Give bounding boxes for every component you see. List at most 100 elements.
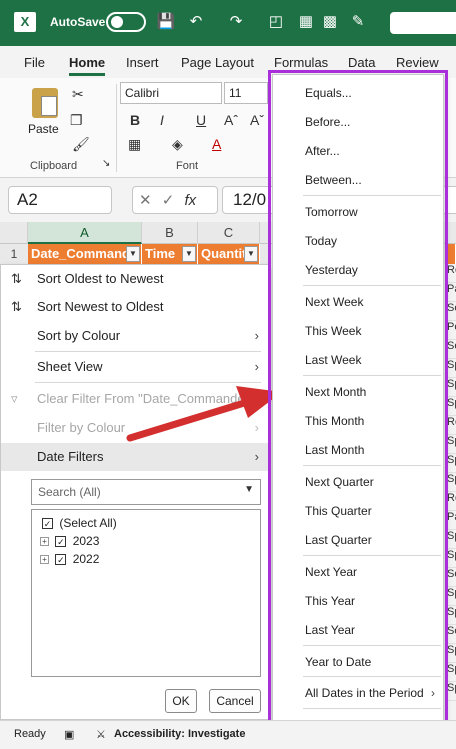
borders-icon[interactable]: ▦ <box>128 136 141 153</box>
sheet-cell[interactable]: Pa <box>446 511 456 530</box>
autosave-toggle[interactable] <box>106 12 146 32</box>
sheet-cell[interactable]: Sp <box>446 378 456 397</box>
table-icon[interactable]: ▩ <box>320 12 340 32</box>
header-cell-quantity[interactable]: Quantit ▼ <box>198 244 260 264</box>
sort-newest-item[interactable]: ⇅ Sort Newest to Oldest <box>1 293 269 321</box>
italic-icon[interactable]: I <box>160 112 164 128</box>
ok-button[interactable]: OK <box>165 689 197 713</box>
sheet-cell[interactable]: Sp <box>446 549 456 568</box>
filter-search-input[interactable]: Search (All) ▼ <box>31 479 261 505</box>
copy-icon[interactable]: ❐ <box>70 112 83 129</box>
header-cell-date[interactable]: Date_Commande ▼ <box>28 244 142 264</box>
tree-item-2023[interactable]: + ✓ 2023 <box>40 532 99 550</box>
sheet-cell[interactable]: Re <box>446 492 456 511</box>
date-filter-item[interactable]: Last Month <box>273 436 443 464</box>
date-filter-item[interactable]: This Month <box>273 407 443 435</box>
row-number[interactable]: 1 <box>0 244 28 264</box>
grow-font-icon[interactable]: Aˆ <box>224 112 238 128</box>
cancel-button[interactable]: Cancel <box>209 689 261 713</box>
sheet-cell[interactable]: Sp <box>446 682 456 701</box>
date-filter-item[interactable]: Year to Date <box>273 648 443 676</box>
redo-icon[interactable]: ↷ <box>226 12 246 32</box>
sheet-view-item[interactable]: Sheet View › <box>1 353 269 381</box>
sheet-cell[interactable]: Se <box>446 568 456 587</box>
sheet-cell[interactable]: Sp <box>446 606 456 625</box>
header-cell-time[interactable]: Time ▼ <box>142 244 198 264</box>
filter-dropdown-icon[interactable]: ▼ <box>126 246 140 262</box>
sort-by-colour-item[interactable]: Sort by Colour › <box>1 322 269 350</box>
sheet-cell[interactable]: Pa <box>446 283 456 302</box>
sheet-cell[interactable]: Sp <box>446 530 456 549</box>
select-all-corner[interactable] <box>0 222 28 244</box>
tree-item-2022[interactable]: + ✓ 2022 <box>40 550 99 568</box>
accessibility-icon[interactable]: ⚔ <box>96 728 106 741</box>
sheet-cell[interactable]: Re <box>446 264 456 283</box>
filter-sort-icon[interactable]: ▦ <box>296 12 316 32</box>
filter-dropdown-icon[interactable]: ▼ <box>244 246 258 262</box>
sheet-cell[interactable]: Sp <box>446 663 456 682</box>
date-filter-item[interactable]: Last Week <box>273 346 443 374</box>
bold-icon[interactable]: B <box>130 112 140 128</box>
date-filter-item[interactable]: Equals... <box>273 79 443 107</box>
date-filters-item[interactable]: Date Filters › <box>1 443 269 471</box>
sheet-cell[interactable]: Sp <box>446 397 456 416</box>
underline-icon[interactable]: U <box>196 112 206 128</box>
tree-item-select-all[interactable]: ✓ (Select All) <box>42 514 117 532</box>
dialog-launcher-icon[interactable]: ↘ <box>102 158 110 169</box>
date-filter-item[interactable]: Last Year <box>273 616 443 644</box>
sheet-cell[interactable]: Sp <box>446 359 456 378</box>
paste-button-label[interactable]: Paste <box>28 122 59 136</box>
chevron-down-icon[interactable]: ▼ <box>244 484 254 495</box>
sheet-cell[interactable]: Pe <box>446 321 456 340</box>
checkbox-checked-icon[interactable]: ✓ <box>42 518 53 530</box>
sheet-cell[interactable]: Sp <box>446 454 456 473</box>
font-name-select[interactable]: Calibri <box>120 82 222 104</box>
sheet-cell[interactable]: Sp <box>446 644 456 663</box>
date-filter-item[interactable]: This Year <box>273 587 443 615</box>
macro-record-icon[interactable]: ▣ <box>64 728 74 741</box>
column-header-c[interactable]: C <box>198 222 260 244</box>
expand-icon[interactable]: + <box>40 555 49 565</box>
checkbox-checked-icon[interactable]: ✓ <box>55 536 67 548</box>
tab-data[interactable]: Data <box>348 55 375 70</box>
tab-page-layout[interactable]: Page Layout <box>181 55 254 70</box>
date-filter-item[interactable]: After... <box>273 137 443 165</box>
date-filter-item[interactable]: Yesterday <box>273 256 443 284</box>
fill-color-icon[interactable]: ◈ <box>172 136 183 153</box>
date-filter-item[interactable]: Next Quarter <box>273 468 443 496</box>
cut-icon[interactable]: ✂ <box>72 86 84 103</box>
sheet-cell[interactable]: Sp <box>446 435 456 454</box>
date-filter-item[interactable]: Between... <box>273 166 443 194</box>
date-filter-item[interactable]: Next Month <box>273 378 443 406</box>
font-color-icon[interactable]: A <box>212 136 221 152</box>
sheet-cell[interactable]: Sp <box>446 587 456 606</box>
checkbox-checked-icon[interactable]: ✓ <box>55 554 67 566</box>
expand-icon[interactable]: + <box>40 537 49 547</box>
sheet-cell[interactable]: Re <box>446 416 456 435</box>
accessibility-status[interactable]: Accessibility: Investigate <box>114 728 245 740</box>
enter-icon[interactable]: ✓ <box>162 192 175 209</box>
sheet-cell[interactable]: Se <box>446 625 456 644</box>
tab-insert[interactable]: Insert <box>126 55 159 70</box>
date-filter-item[interactable]: Last Quarter <box>273 526 443 554</box>
date-filter-item[interactable]: Today <box>273 227 443 255</box>
date-filter-item[interactable]: This Quarter <box>273 497 443 525</box>
chart-icon[interactable]: ◰ <box>266 12 286 32</box>
shrink-font-icon[interactable]: Aˇ <box>250 112 264 128</box>
title-search-box[interactable] <box>390 12 456 34</box>
name-box[interactable]: A2 <box>8 186 112 214</box>
date-filter-item[interactable]: Before... <box>273 108 443 136</box>
sheet-cell[interactable]: Sp <box>446 473 456 492</box>
format-painter-icon[interactable]: 🖌 <box>72 136 90 153</box>
format-icon[interactable]: ✎ <box>348 12 368 32</box>
undo-icon[interactable]: ↶ <box>186 12 206 32</box>
save-icon[interactable]: 💾 <box>156 12 176 32</box>
fx-icon[interactable]: fx <box>185 192 197 209</box>
column-header-b[interactable]: B <box>142 222 198 244</box>
sort-oldest-item[interactable]: ⇅ Sort Oldest to Newest <box>1 265 269 293</box>
tab-home[interactable]: Home <box>69 55 106 76</box>
filter-dropdown-icon[interactable]: ▼ <box>182 246 196 262</box>
font-size-select[interactable]: 11 <box>224 82 268 104</box>
cancel-icon[interactable]: ✕ <box>139 192 152 209</box>
paste-icon[interactable] <box>32 88 58 118</box>
